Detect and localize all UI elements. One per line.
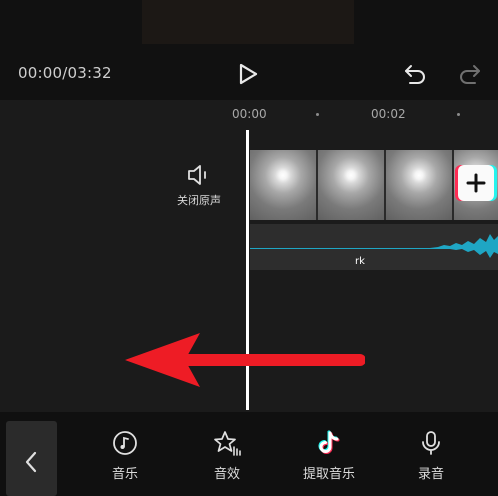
tiktok-note-icon	[318, 430, 340, 454]
play-icon	[239, 63, 258, 85]
mute-label: 关闭原声	[177, 194, 221, 207]
audio-track-label: rk	[355, 256, 365, 267]
video-preview	[142, 0, 354, 44]
redo-button[interactable]	[458, 62, 482, 86]
plus-icon	[466, 173, 486, 193]
extract-music-label: 提取音乐	[302, 467, 355, 482]
back-button[interactable]	[6, 421, 57, 496]
music-disc-icon	[113, 431, 137, 455]
undo-button[interactable]	[403, 62, 427, 86]
microphone-icon	[422, 431, 440, 455]
sound-effect-star-icon	[214, 431, 241, 456]
mute-original-audio-button[interactable]: 关闭原声	[170, 164, 228, 216]
audio-track[interactable]	[250, 224, 498, 270]
timeline[interactable]: 00:00 00:02 关闭原声 rk	[0, 100, 498, 412]
chevron-left-icon	[25, 451, 37, 473]
audio-waveform	[250, 234, 498, 258]
add-clip-button[interactable]	[458, 165, 494, 201]
record-button[interactable]: 录音	[391, 430, 471, 490]
music-label: 音乐	[111, 467, 138, 482]
speaker-muted-icon	[188, 165, 206, 185]
time-ruler: 00:00 00:02	[0, 100, 498, 130]
annotation-arrow-left	[125, 333, 365, 387]
sound-effects-label: 音效	[213, 467, 240, 482]
bottom-toolbar: 音乐 音效 提取音乐 录音	[0, 412, 498, 496]
sound-effects-button[interactable]: 音效	[187, 430, 267, 490]
ruler-dot	[457, 113, 460, 116]
video-thumbnail	[250, 150, 316, 220]
play-button[interactable]	[236, 62, 260, 86]
music-button[interactable]: 音乐	[85, 430, 165, 490]
ruler-label: 00:00	[232, 107, 267, 121]
video-thumbnail	[318, 150, 384, 220]
video-thumbnail	[386, 150, 452, 220]
extract-music-button[interactable]: 提取音乐	[289, 430, 369, 490]
timecode: 00:00/03:32	[18, 64, 112, 82]
ruler-dot	[316, 113, 319, 116]
redo-icon	[460, 65, 480, 84]
undo-icon	[405, 65, 425, 84]
record-label: 录音	[417, 467, 444, 482]
ruler-label: 00:02	[371, 107, 406, 121]
